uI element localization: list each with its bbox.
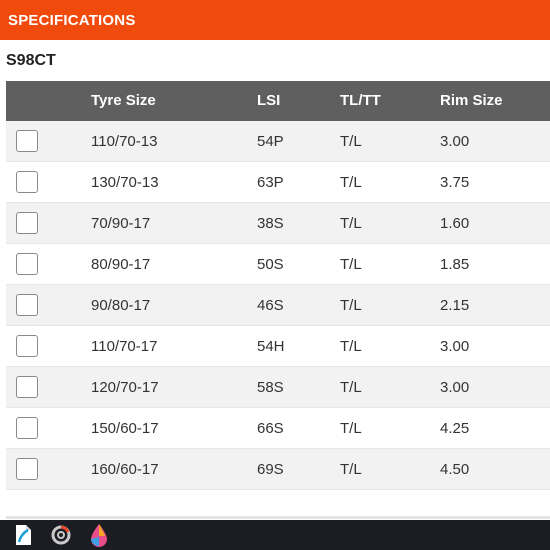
col-header-tl-tt: TL/TT: [340, 92, 381, 109]
table-row: 150/60-17 66S T/L 4.25: [6, 408, 550, 449]
cell-tl-tt: T/L: [340, 461, 362, 478]
cell-lsi: 46S: [257, 297, 284, 314]
cell-tyre-size: 160/60-17: [91, 461, 159, 478]
cell-lsi: 54H: [257, 338, 285, 355]
cell-tl-tt: T/L: [340, 215, 362, 232]
row-checkbox[interactable]: [16, 294, 38, 316]
taskbar: [0, 520, 550, 550]
table-row: 160/60-17 69S T/L 4.50: [6, 449, 550, 490]
cell-rim-size: 1.85: [440, 256, 470, 273]
cell-lsi: 58S: [257, 379, 284, 396]
cell-rim-size: 3.00: [440, 379, 470, 396]
cell-lsi: 50S: [257, 256, 284, 273]
table-row: 90/80-17 46S T/L 2.15: [6, 285, 550, 326]
cell-tl-tt: T/L: [340, 133, 362, 150]
cell-tl-tt: T/L: [340, 297, 362, 314]
cell-tyre-size: 120/70-17: [91, 379, 159, 396]
col-header-lsi: LSI: [257, 92, 281, 109]
cell-lsi: 69S: [257, 461, 284, 478]
document-app-icon[interactable]: [8, 520, 38, 550]
section-title: SPECIFICATIONS: [8, 11, 136, 29]
table-row: 110/70-17 54H T/L 3.00: [6, 326, 550, 367]
cell-lsi: 38S: [257, 215, 284, 232]
table-body: 110/70-13 54P T/L 3.00 130/70-13 63P T/L…: [6, 121, 550, 490]
cell-tyre-size: 80/90-17: [91, 256, 151, 273]
cell-rim-size: 3.00: [440, 338, 470, 355]
cell-lsi: 54P: [257, 133, 284, 150]
table-row: 110/70-13 54P T/L 3.00: [6, 121, 550, 162]
cell-tl-tt: T/L: [340, 256, 362, 273]
product-name: S98CT: [6, 52, 56, 69]
row-checkbox[interactable]: [16, 253, 38, 275]
row-checkbox[interactable]: [16, 376, 38, 398]
table-header: Tyre Size LSI TL/TT Rim Size: [6, 81, 550, 121]
table-row: 70/90-17 38S T/L 1.60: [6, 203, 550, 244]
row-checkbox[interactable]: [16, 130, 38, 152]
table-row: 130/70-13 63P T/L 3.75: [6, 162, 550, 203]
cell-tyre-size: 110/70-17: [91, 338, 158, 355]
cell-rim-size: 3.75: [440, 174, 470, 191]
cell-lsi: 63P: [257, 174, 284, 191]
paint-drop-icon[interactable]: [84, 520, 114, 550]
cell-rim-size: 2.15: [440, 297, 470, 314]
cell-tl-tt: T/L: [340, 338, 362, 355]
cell-tyre-size: 130/70-13: [91, 174, 159, 191]
row-checkbox[interactable]: [16, 212, 38, 234]
cell-tyre-size: 90/80-17: [91, 297, 151, 314]
table-row: 120/70-17 58S T/L 3.00: [6, 367, 550, 408]
row-checkbox[interactable]: [16, 417, 38, 439]
row-checkbox[interactable]: [16, 171, 38, 193]
table-row: 80/90-17 50S T/L 1.85: [6, 244, 550, 285]
cell-tl-tt: T/L: [340, 379, 362, 396]
cell-tyre-size: 150/60-17: [91, 420, 159, 437]
col-header-tyre-size: Tyre Size: [91, 92, 156, 109]
cell-tl-tt: T/L: [340, 420, 362, 437]
bottom-divider: [6, 516, 550, 519]
cell-tyre-size: 70/90-17: [91, 215, 151, 232]
spec-table: Tyre Size LSI TL/TT Rim Size 110/70-13 5…: [6, 81, 550, 490]
specifications-header: SPECIFICATIONS: [0, 0, 550, 40]
row-checkbox[interactable]: [16, 335, 38, 357]
cell-tyre-size: 110/70-13: [91, 133, 158, 150]
col-header-rim-size: Rim Size: [440, 92, 503, 109]
row-checkbox[interactable]: [16, 458, 38, 480]
cell-tl-tt: T/L: [340, 174, 362, 191]
settings-wheel-icon[interactable]: [46, 520, 76, 550]
cell-rim-size: 4.50: [440, 461, 470, 478]
cell-rim-size: 1.60: [440, 215, 470, 232]
cell-lsi: 66S: [257, 420, 284, 437]
cell-rim-size: 4.25: [440, 420, 470, 437]
cell-rim-size: 3.00: [440, 133, 470, 150]
